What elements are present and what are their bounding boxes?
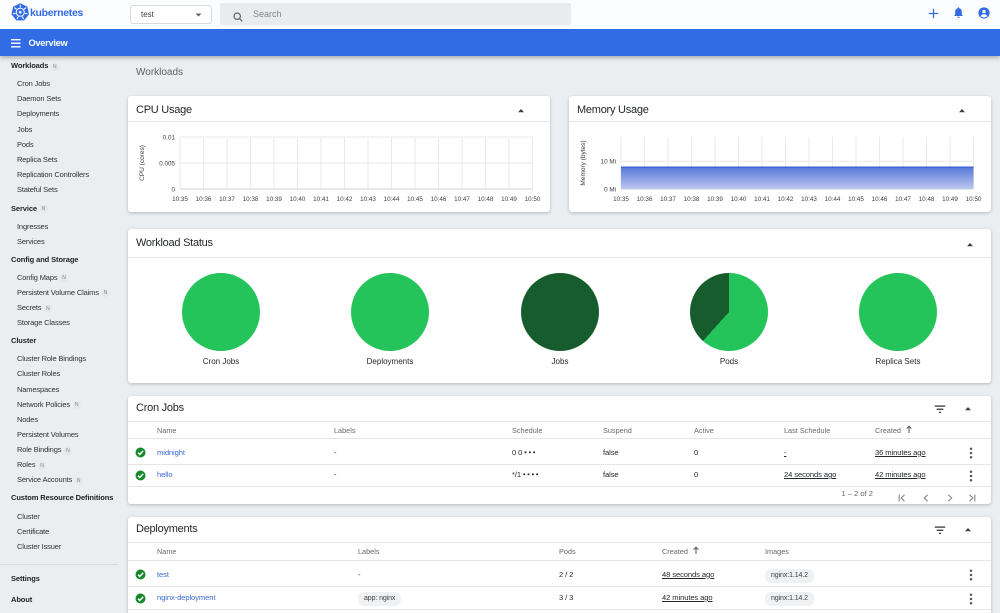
svg-text:10:49: 10:49 <box>501 196 517 203</box>
svg-text:10:36: 10:36 <box>637 196 653 203</box>
svg-text:0 Mi: 0 Mi <box>604 186 616 193</box>
svg-text:0.01: 0.01 <box>163 134 176 141</box>
svg-text:10:43: 10:43 <box>360 196 376 203</box>
svg-text:10:35: 10:35 <box>172 196 188 203</box>
svg-text:10:36: 10:36 <box>196 196 212 203</box>
svg-text:10:41: 10:41 <box>313 196 329 203</box>
svg-text:10:50: 10:50 <box>525 196 541 203</box>
svg-text:10:42: 10:42 <box>778 196 794 203</box>
svg-text:10:37: 10:37 <box>219 196 235 203</box>
svg-text:10:47: 10:47 <box>895 196 911 203</box>
svg-text:10:37: 10:37 <box>660 196 676 203</box>
svg-text:10:40: 10:40 <box>290 196 306 203</box>
svg-text:10:48: 10:48 <box>919 196 935 203</box>
svg-text:10:50: 10:50 <box>966 196 982 203</box>
svg-text:10 Mi: 10 Mi <box>601 159 616 166</box>
svg-text:10:45: 10:45 <box>848 196 864 203</box>
svg-text:Memory (bytes): Memory (bytes) <box>580 140 587 185</box>
svg-text:10:38: 10:38 <box>243 196 259 203</box>
svg-text:10:40: 10:40 <box>731 196 747 203</box>
svg-text:10:35: 10:35 <box>613 196 629 203</box>
svg-text:10:38: 10:38 <box>684 196 700 203</box>
svg-text:10:49: 10:49 <box>942 196 958 203</box>
svg-text:10:41: 10:41 <box>754 196 770 203</box>
svg-text:10:44: 10:44 <box>825 196 841 203</box>
svg-text:10:45: 10:45 <box>407 196 423 203</box>
svg-text:10:47: 10:47 <box>454 196 470 203</box>
svg-text:10:46: 10:46 <box>431 196 447 203</box>
svg-text:0.005: 0.005 <box>159 160 175 167</box>
svg-text:10:43: 10:43 <box>801 196 817 203</box>
svg-text:10:42: 10:42 <box>337 196 353 203</box>
svg-text:CPU (cores): CPU (cores) <box>139 145 146 181</box>
svg-text:0: 0 <box>171 186 175 193</box>
svg-text:10:44: 10:44 <box>384 196 400 203</box>
svg-text:10:48: 10:48 <box>478 196 494 203</box>
svg-text:10:39: 10:39 <box>266 196 282 203</box>
svg-text:10:39: 10:39 <box>707 196 723 203</box>
svg-text:10:46: 10:46 <box>872 196 888 203</box>
